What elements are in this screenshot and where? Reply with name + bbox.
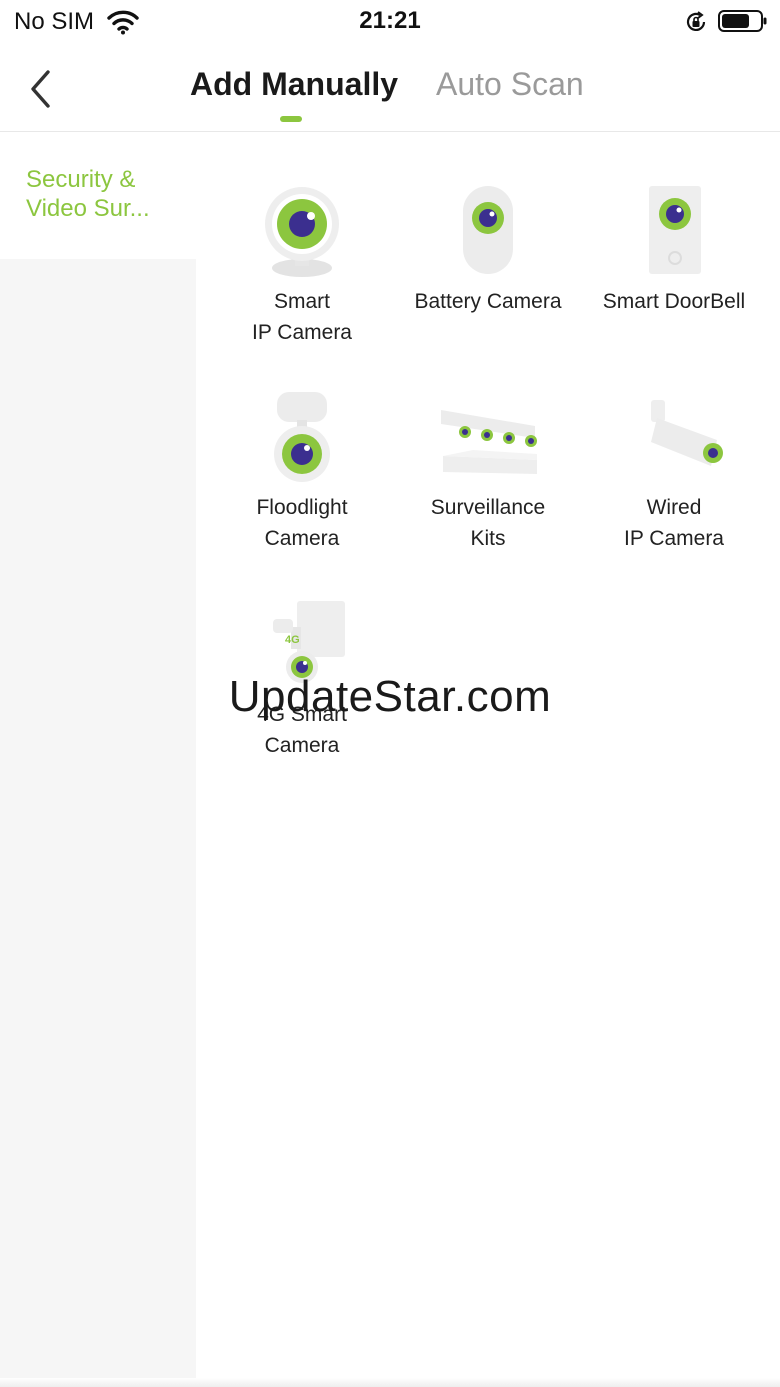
battery-camera-icon (463, 186, 513, 274)
tab-add-manually[interactable]: Add Manually (190, 66, 398, 103)
device-label: Surveillance Kits (430, 496, 546, 550)
device-label: Smart IP Camera (252, 290, 352, 344)
doorbell-icon (649, 186, 701, 274)
status-bar: No SIM 21:21 (0, 0, 780, 44)
clock: 21:21 (359, 7, 421, 34)
device-floodlight-camera[interactable]: Floodlight Camera (212, 390, 392, 554)
category-sidebar: Security & Video Sur... (0, 133, 196, 1387)
device-battery-camera[interactable]: Battery Camera (398, 184, 578, 317)
orientation-lock-icon (686, 11, 706, 31)
surveillance-kit-icon (441, 410, 537, 474)
wired-camera-icon (651, 400, 723, 466)
device-smart-ip-camera[interactable]: Smart IP Camera (212, 184, 392, 348)
4g-badge: 4G (285, 634, 300, 646)
back-button[interactable] (18, 64, 62, 114)
battery-icon (718, 10, 767, 32)
device-smart-doorbell[interactable]: Smart DoorBell (584, 184, 764, 317)
device-label: Smart DoorBell (602, 290, 746, 313)
watermark-text: UpdateStar.com (228, 672, 552, 721)
smart-ip-camera-icon (265, 187, 339, 277)
sidebar-item-security-video[interactable]: Security & Video Sur... (0, 133, 196, 259)
bottom-edge (0, 1378, 780, 1387)
device-label: Wired IP Camera (624, 496, 724, 550)
device-label: Floodlight Camera (256, 496, 348, 550)
sidebar-item-label: Security & Video Sur... (26, 166, 150, 222)
active-tab-indicator (280, 116, 302, 122)
device-surveillance-kits[interactable]: Surveillance Kits (398, 390, 578, 554)
device-wired-ip-camera[interactable]: Wired IP Camera (584, 390, 764, 554)
nav-header: Add Manually Auto Scan (0, 44, 780, 132)
chevron-left-icon (31, 70, 50, 108)
floodlight-camera-icon (274, 392, 330, 482)
tab-auto-scan[interactable]: Auto Scan (436, 66, 584, 103)
device-label: Battery Camera (414, 290, 562, 313)
